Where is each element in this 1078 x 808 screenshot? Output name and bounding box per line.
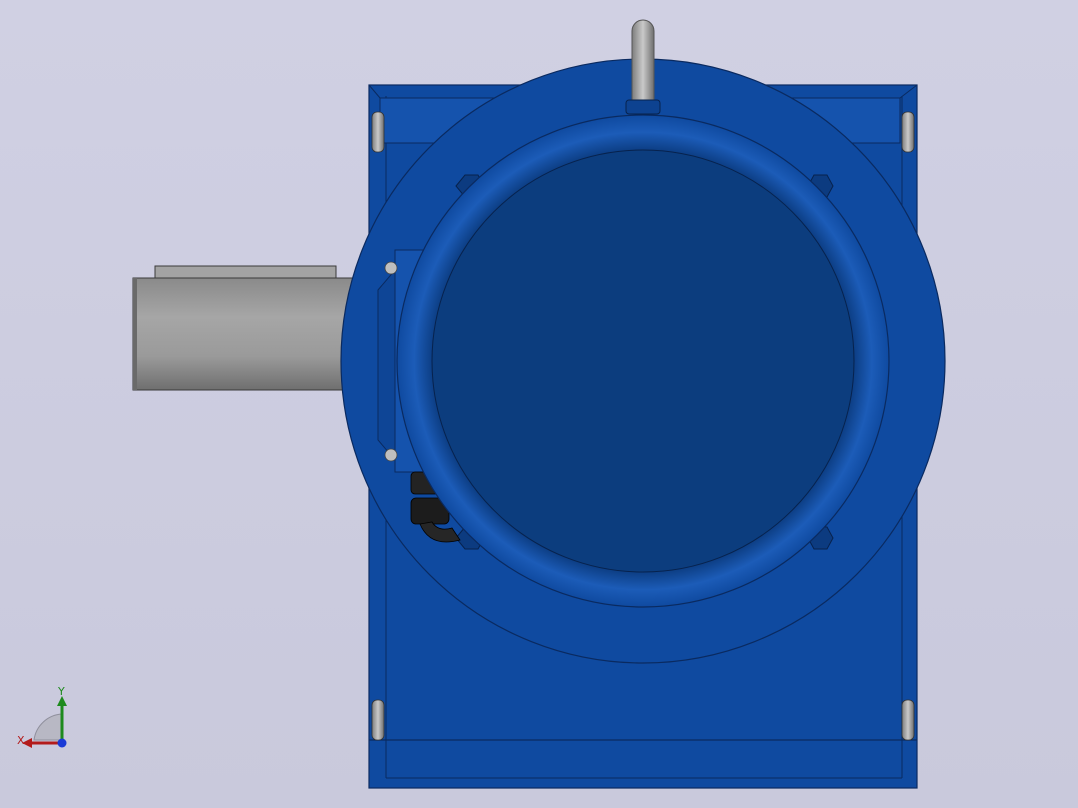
gearbox-model[interactable]	[0, 0, 1078, 808]
y-axis-label: Y	[57, 685, 65, 698]
x-axis-label: X	[17, 734, 25, 747]
z-axis-dot	[57, 738, 67, 748]
orientation-triad: X Y	[17, 685, 67, 748]
cad-viewport[interactable]: X Y	[0, 0, 1078, 808]
output-shaft[interactable]	[132, 265, 356, 391]
shaft-key	[154, 265, 337, 279]
motor-fan-cover[interactable]	[431, 149, 855, 573]
